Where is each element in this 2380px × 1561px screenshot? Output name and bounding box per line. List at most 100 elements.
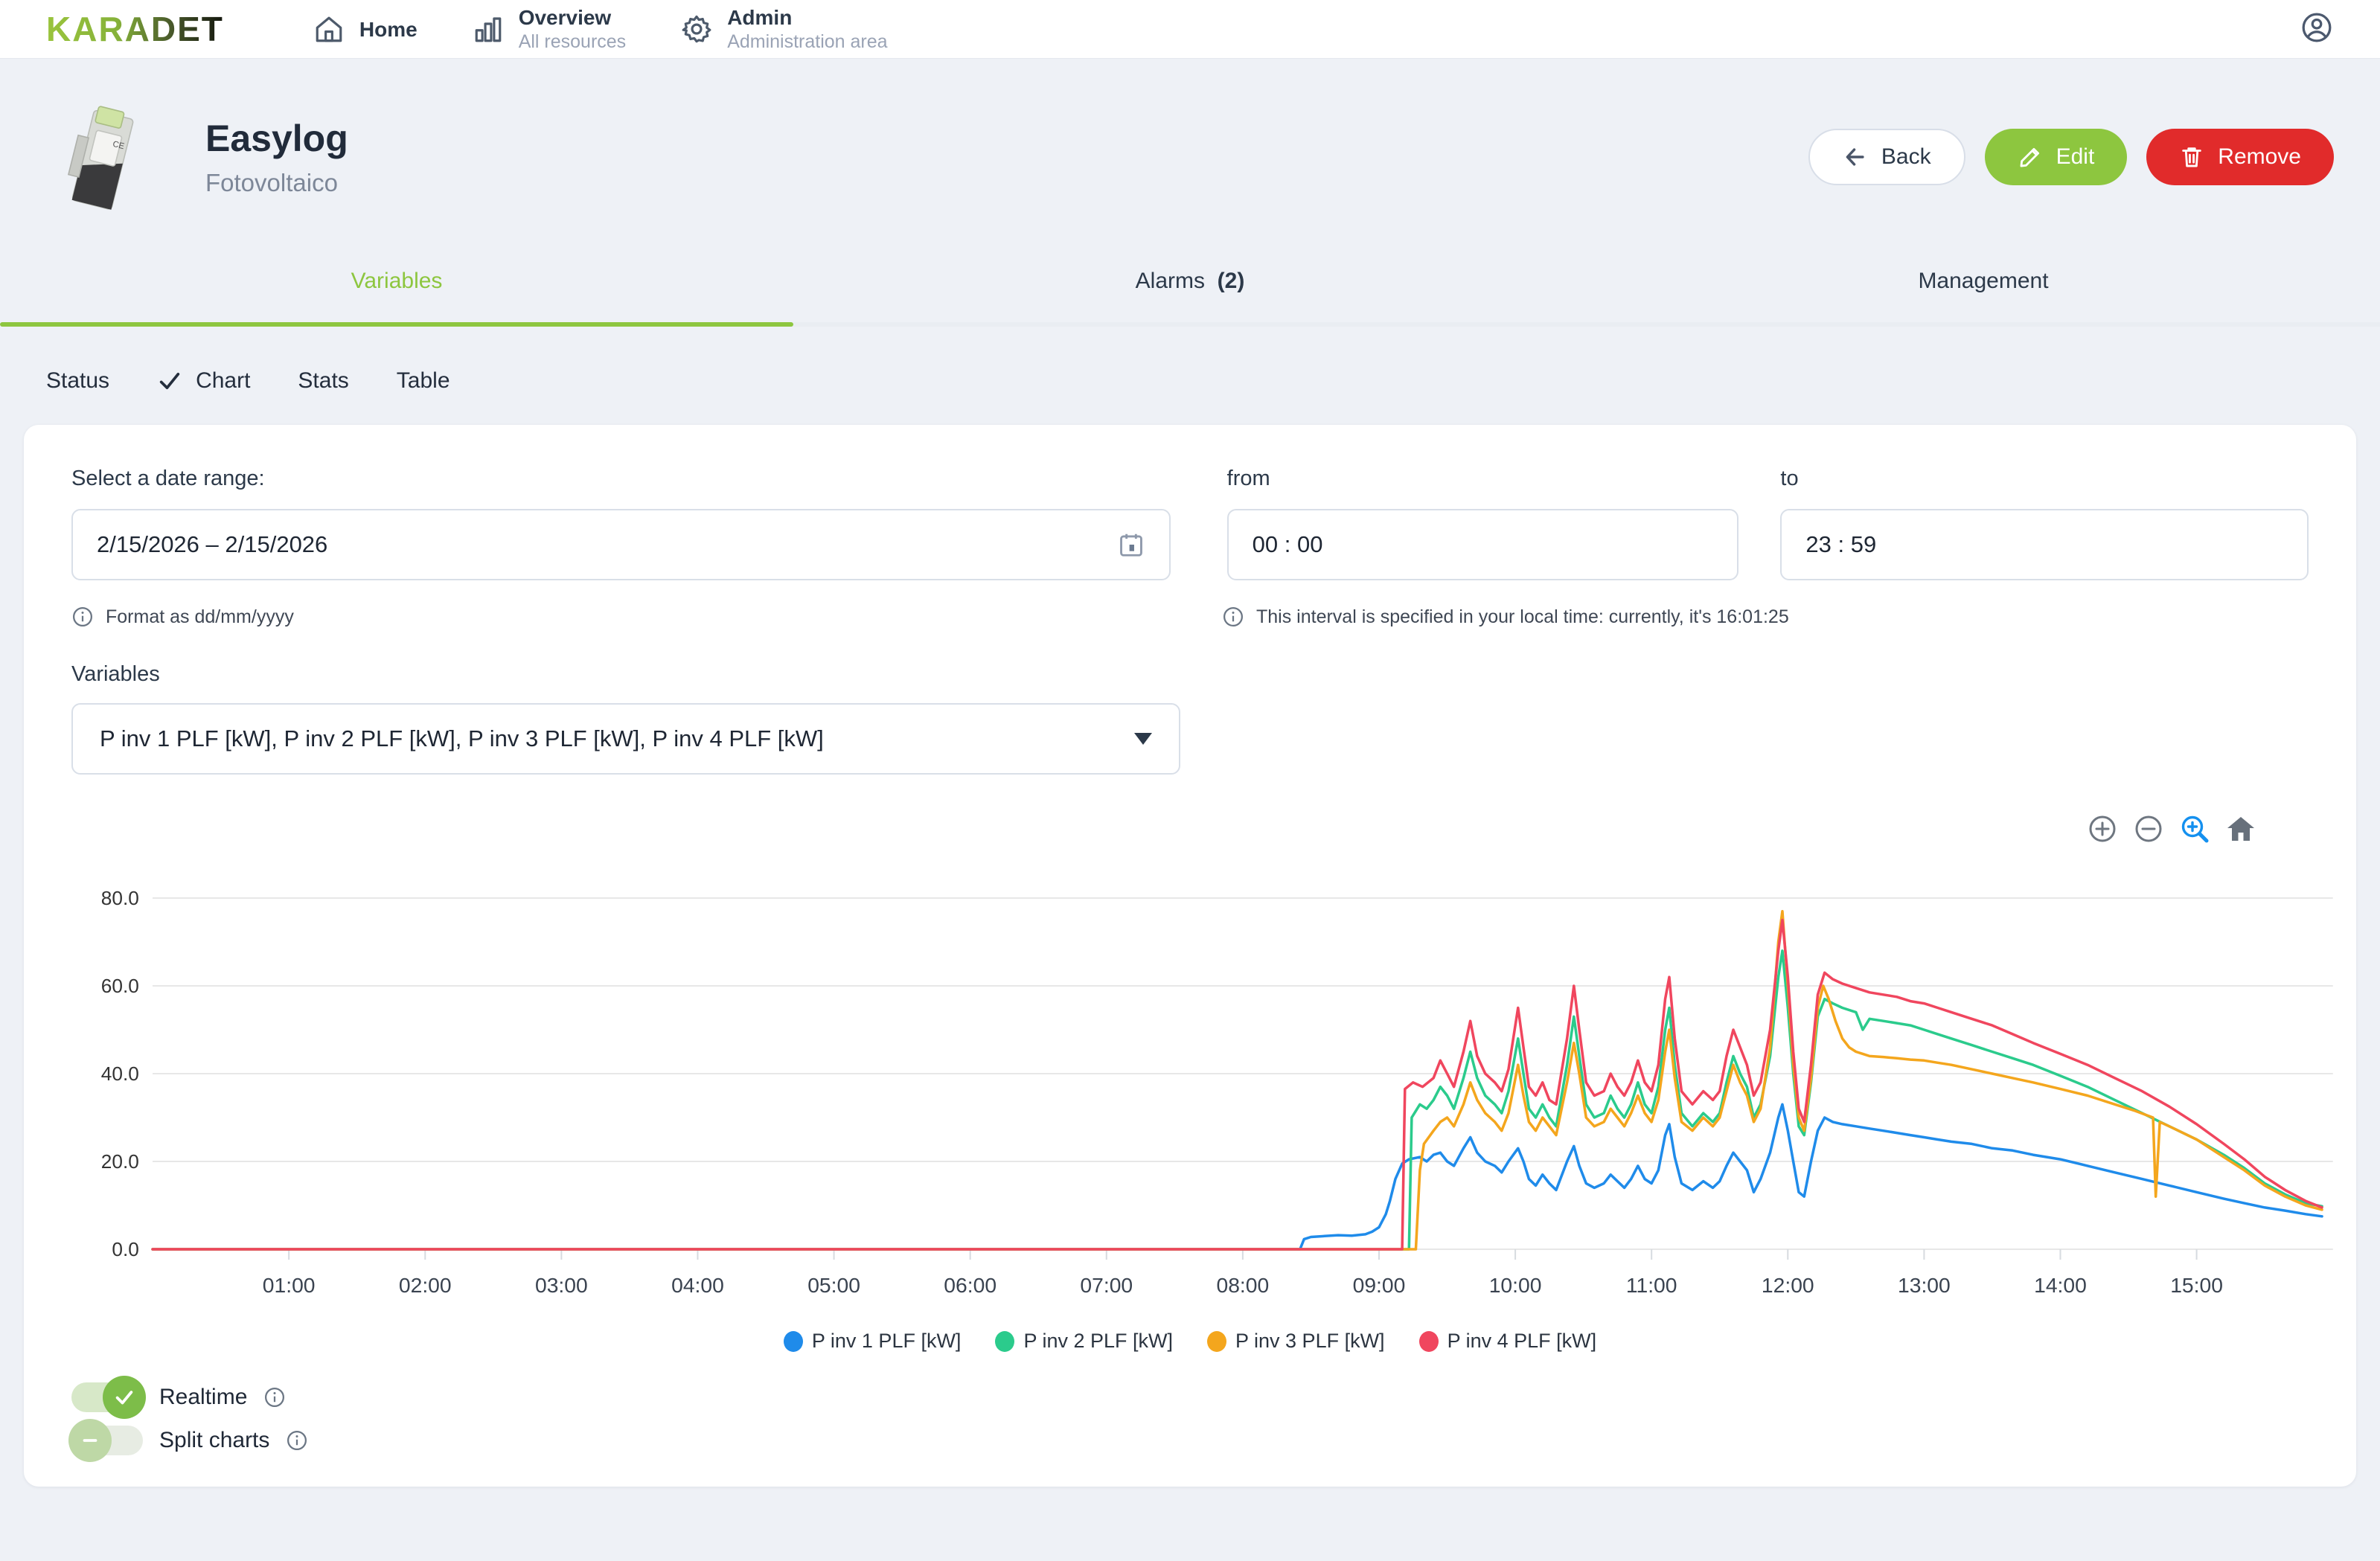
subtab-table[interactable]: Table bbox=[397, 368, 450, 394]
filters-row: Select a date range: 2/15/2026 – 2/15/20… bbox=[71, 467, 2309, 580]
from-time-input[interactable]: 00 : 00 bbox=[1227, 509, 1739, 580]
zoom-in-icon[interactable] bbox=[2087, 813, 2118, 844]
device-actions: Back Edit Remove bbox=[1808, 129, 2334, 185]
remove-button[interactable]: Remove bbox=[2146, 129, 2334, 185]
legend-dot bbox=[1419, 1331, 1439, 1352]
legend-dot bbox=[784, 1331, 803, 1352]
realtime-toggle-knob bbox=[103, 1376, 146, 1419]
home-icon bbox=[313, 13, 345, 45]
y-axis-tick-label: 60.0 bbox=[101, 975, 139, 997]
legend-dot bbox=[995, 1331, 1014, 1352]
realtime-toggle[interactable] bbox=[71, 1382, 143, 1412]
legend-dot bbox=[1207, 1331, 1226, 1352]
nav-home-label: Home bbox=[359, 16, 418, 42]
zoom-out-icon[interactable] bbox=[2133, 813, 2164, 844]
device-name: Easylog bbox=[205, 117, 348, 160]
tab-variables[interactable]: Variables bbox=[0, 269, 793, 322]
info-icon[interactable] bbox=[286, 1429, 308, 1452]
x-axis-tick-label: 07:00 bbox=[1080, 1274, 1133, 1297]
chart-legend: P inv 1 PLF [kW] P inv 2 PLF [kW] P inv 3 … bbox=[71, 1330, 2309, 1353]
y-axis-tick-label: 40.0 bbox=[101, 1062, 139, 1085]
tabs: Variables Alarms (2) Management bbox=[0, 269, 2380, 327]
nav-admin-label: Admin bbox=[727, 4, 887, 31]
alarms-badge: (2) bbox=[1218, 269, 1245, 293]
chart-area: 0.020.040.060.080.001:0002:0003:0004:000… bbox=[71, 813, 2309, 1353]
info-icon[interactable] bbox=[263, 1386, 286, 1408]
x-axis-tick-label: 11:00 bbox=[1626, 1274, 1677, 1297]
legend-label: P inv 1 PLF [kW] bbox=[812, 1330, 962, 1353]
nav-admin-sub: Administration area bbox=[727, 31, 887, 54]
date-range-value: 2/15/2026 – 2/15/2026 bbox=[97, 531, 327, 558]
from-time-value: 00 : 00 bbox=[1253, 531, 1323, 558]
pencil-icon bbox=[2018, 144, 2043, 170]
calendar-icon[interactable] bbox=[1117, 531, 1145, 559]
legend-item[interactable]: P inv 3 PLF [kW] bbox=[1207, 1330, 1385, 1353]
x-axis-tick-label: 01:00 bbox=[263, 1274, 316, 1297]
variables-select[interactable]: P inv 1 PLF [kW], P inv 2 PLF [kW], P in… bbox=[71, 703, 1180, 775]
x-axis-tick-label: 03:00 bbox=[535, 1274, 588, 1297]
nav-item-overview[interactable]: Overview All resources bbox=[473, 4, 627, 54]
subtab-status[interactable]: Status bbox=[46, 368, 109, 394]
zoom-select-icon[interactable] bbox=[2179, 813, 2210, 844]
check-icon bbox=[113, 1386, 135, 1408]
x-axis-tick-label: 09:00 bbox=[1353, 1274, 1406, 1297]
from-label: from bbox=[1227, 467, 1739, 491]
subtab-chart[interactable]: Chart bbox=[157, 368, 250, 394]
info-icon[interactable] bbox=[1222, 606, 1244, 628]
navbar: KARADET Home Overview All resources Admi… bbox=[0, 0, 2380, 59]
x-axis-tick-label: 15:00 bbox=[2170, 1274, 2223, 1297]
x-axis-tick-label: 12:00 bbox=[1762, 1274, 1814, 1297]
series-line[interactable] bbox=[153, 1104, 2322, 1249]
subtab-stats[interactable]: Stats bbox=[298, 368, 348, 394]
realtime-label: Realtime bbox=[159, 1385, 247, 1410]
legend-item[interactable]: P inv 4 PLF [kW] bbox=[1419, 1330, 1597, 1353]
split-charts-toggle[interactable] bbox=[71, 1426, 143, 1455]
to-time-value: 23 : 59 bbox=[1805, 531, 1876, 558]
chart-toggles: Realtime Split charts bbox=[71, 1382, 2309, 1455]
tabs-underline bbox=[0, 322, 2380, 327]
device-type: Fotovoltaico bbox=[205, 169, 348, 197]
series-line[interactable] bbox=[153, 920, 2322, 1250]
back-button[interactable]: Back bbox=[1808, 129, 1965, 185]
info-icon[interactable] bbox=[71, 606, 94, 628]
to-time-input[interactable]: 23 : 59 bbox=[1780, 509, 2309, 580]
legend-item[interactable]: P inv 2 PLF [kW] bbox=[995, 1330, 1173, 1353]
date-range-input[interactable]: 2/15/2026 – 2/15/2026 bbox=[71, 509, 1171, 580]
legend-item[interactable]: P inv 1 PLF [kW] bbox=[784, 1330, 962, 1353]
x-axis-tick-label: 02:00 bbox=[399, 1274, 452, 1297]
back-label: Back bbox=[1881, 144, 1931, 170]
nav-item-admin[interactable]: Admin Administration area bbox=[681, 4, 887, 54]
arrow-left-icon bbox=[1843, 144, 1868, 170]
brand-logo[interactable]: KARADET bbox=[46, 9, 224, 49]
to-label: to bbox=[1780, 467, 2309, 491]
nav-item-home[interactable]: Home bbox=[313, 13, 418, 45]
date-range-label: Select a date range: bbox=[71, 467, 1171, 491]
trash-icon bbox=[2179, 144, 2204, 170]
date-format-hint: Format as dd/mm/yyyy bbox=[71, 606, 1222, 628]
user-account-icon[interactable] bbox=[2300, 10, 2334, 45]
x-axis-tick-label: 04:00 bbox=[671, 1274, 724, 1297]
chart-toolbar bbox=[71, 813, 2309, 844]
edit-button[interactable]: Edit bbox=[1985, 129, 2128, 185]
minus-icon bbox=[79, 1429, 101, 1452]
x-axis-tick-label: 08:00 bbox=[1217, 1274, 1270, 1297]
x-axis-tick-label: 05:00 bbox=[807, 1274, 860, 1297]
tab-alarms[interactable]: Alarms (2) bbox=[793, 269, 1587, 322]
chart-svg[interactable]: 0.020.040.060.080.001:0002:0003:0004:000… bbox=[71, 847, 2356, 1324]
series-line[interactable] bbox=[153, 911, 2322, 1249]
chart-panel: Select a date range: 2/15/2026 – 2/15/20… bbox=[24, 425, 2356, 1487]
page: KARADET Home Overview All resources Admi… bbox=[0, 0, 2380, 1561]
bar-chart-icon bbox=[473, 13, 504, 45]
y-axis-tick-label: 0.0 bbox=[112, 1238, 138, 1260]
reset-home-icon[interactable] bbox=[2225, 813, 2256, 844]
local-time-hint: This interval is specified in your local… bbox=[1222, 606, 1789, 628]
legend-label: P inv 4 PLF [kW] bbox=[1447, 1330, 1597, 1353]
remove-label: Remove bbox=[2218, 144, 2301, 170]
series-line[interactable] bbox=[153, 951, 2322, 1249]
tab-indicator-active bbox=[0, 322, 793, 327]
nav-right bbox=[2300, 10, 2334, 48]
tab-management[interactable]: Management bbox=[1587, 269, 2380, 322]
realtime-toggle-row: Realtime bbox=[71, 1382, 2309, 1412]
legend-label: P inv 2 PLF [kW] bbox=[1023, 1330, 1173, 1353]
x-axis-tick-label: 14:00 bbox=[2034, 1274, 2087, 1297]
